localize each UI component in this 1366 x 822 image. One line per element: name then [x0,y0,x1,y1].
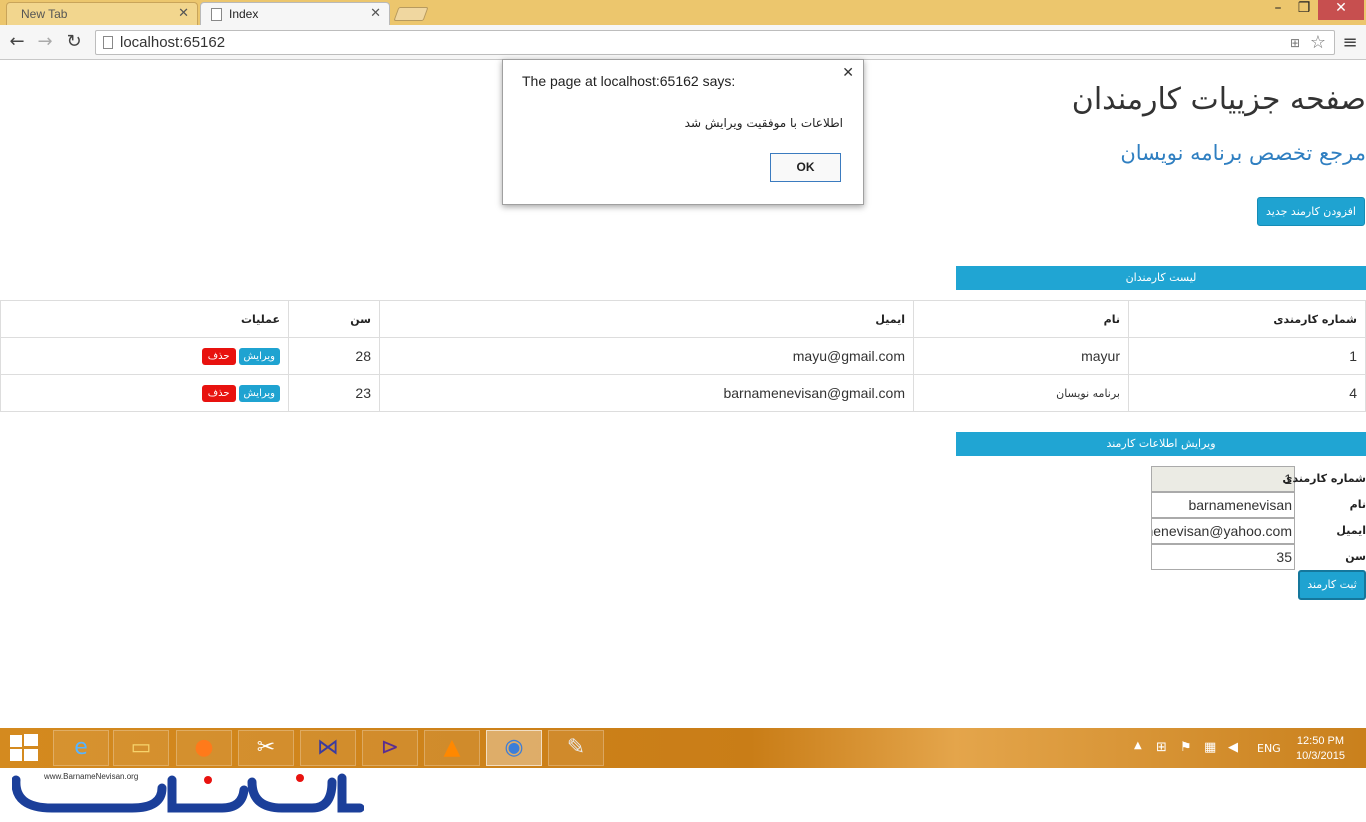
header-operations: عملیات [0,300,289,338]
browser-toolbar: ← → ↻ localhost:65162 ⊞ ☆ ≡ [0,25,1366,60]
dialog-title: The page at localhost:65162 says: [522,73,736,89]
submit-employee-button[interactable]: ثبت کارمند [1298,570,1366,600]
employee-table: شماره کارمندی نام ایمیل سن عملیات 1 mayu… [0,300,1366,412]
vlc-icon[interactable]: ▲ [424,730,480,766]
visual-studio-blend-icon[interactable]: ⋈ [300,730,356,766]
table-row: 1 mayur mayu@gmail.com 28 ویرایش حذف [0,337,1366,375]
file-explorer-icon[interactable]: ▭ [113,730,169,766]
visual-studio-icon[interactable]: ⊳ [362,730,418,766]
form-row-name: barnamenevisan نام [1151,492,1366,518]
windows-start-icon[interactable] [6,732,42,764]
form-row-age: 35 سن [1151,544,1366,570]
restore-icon[interactable]: ❐ [1292,0,1316,20]
forward-arrow-icon[interactable]: → [34,31,56,53]
network-icon[interactable]: ▦ [1204,740,1216,755]
cell-email: barnamenevisan@gmail.com [379,374,914,412]
tab-close-icon[interactable]: ✕ [178,6,189,21]
cell-name: mayur [913,337,1129,375]
new-tab-button[interactable] [393,7,429,21]
header-name: نام [913,300,1129,338]
address-bar[interactable]: localhost:65162 ⊞ ☆ [95,30,1335,55]
tab-new-tab[interactable]: New Tab ✕ [6,2,198,25]
clock[interactable]: 12:50 PM 10/3/2015 [1296,734,1345,764]
tray-expand-icon[interactable]: ▲ [1134,740,1142,751]
windows-taskbar: e ▭ ● ✂ ⋈ ⊳ ▲ ◉ ✎ ▲ ⊞ ⚑ ▦ ◀ ENG 12:50 PM… [0,728,1366,768]
page-title: صفحه جزییات کارمندان [1071,82,1366,117]
internet-explorer-icon[interactable]: e [53,730,109,766]
cell-name: برنامه نویسان [913,374,1129,412]
browser-tab-strip: New Tab ✕ Index ✕ – ❐ ✕ [0,0,1366,25]
star-icon[interactable]: ☆ [1310,32,1326,53]
header-id: شماره کارمندی [1128,300,1366,338]
language-indicator[interactable]: ENG [1257,742,1281,755]
window-close-icon[interactable]: ✕ [1318,0,1364,20]
cell-id: 1 [1128,337,1366,375]
employee-id-field[interactable]: 1 [1151,466,1295,492]
page-subtitle[interactable]: مرجع تخصص برنامه نویسان [1120,141,1366,165]
flag-icon[interactable]: ⚑ [1180,740,1192,755]
tab-index[interactable]: Index ✕ [200,2,390,25]
hamburger-menu-icon[interactable]: ≡ [1340,32,1360,53]
form-row-email: barnamenevisan@yahoo.com ایمیل [1151,518,1366,544]
logo-url-text: www.BarnameNevisan.org [44,772,139,781]
dialog-message: اطلاعات با موفقیت ویرایش شد [684,116,843,130]
table-row: 4 برنامه نویسان barnamenevisan@gmail.com… [0,374,1366,412]
tab-close-icon[interactable]: ✕ [370,6,381,21]
reload-icon[interactable]: ↻ [63,31,85,53]
email-field[interactable]: barnamenevisan@yahoo.com [1151,518,1295,544]
close-icon[interactable]: ✕ [842,65,854,81]
employee-list-header: لیست کارمندان [956,266,1366,290]
age-field[interactable]: 35 [1151,544,1295,570]
form-row-id: 1 شماره کارمندی [1151,466,1366,492]
alert-dialog: The page at localhost:65162 says: ✕ اطلا… [502,59,864,205]
clock-date: 10/3/2015 [1296,750,1345,762]
paint-icon[interactable]: ✎ [548,730,604,766]
back-arrow-icon[interactable]: ← [6,31,28,53]
cell-age: 23 [288,374,380,412]
translate-icon[interactable]: ⊞ [1290,36,1300,50]
minimize-icon[interactable]: – [1266,0,1290,20]
add-employee-button[interactable]: افزودن کارمند جدید [1257,197,1365,226]
name-label: نام [1349,498,1366,511]
chrome-icon[interactable]: ◉ [486,730,542,766]
email-label: ایمیل [1336,524,1366,537]
delete-button[interactable]: حذف [201,347,236,365]
cell-email: mayu@gmail.com [379,337,914,375]
table-header-row: شماره کارمندی نام ایمیل سن عملیات [0,300,1366,338]
tab-title: Index [229,7,259,21]
email-field-value: barnamenevisan@yahoo.com [1152,523,1292,539]
cell-operations: ویرایش حذف [0,374,289,412]
address-url[interactable]: localhost:65162 [120,34,225,51]
employee-id-label: شماره کارمندی [1282,472,1366,485]
ok-button[interactable]: OK [770,153,841,182]
page-icon [211,8,222,21]
tab-title: New Tab [21,7,68,21]
header-email: ایمیل [379,300,914,338]
volume-icon[interactable]: ◀ [1228,740,1238,755]
firefox-icon[interactable]: ● [176,730,232,766]
cell-id: 4 [1128,374,1366,412]
edit-employee-header: ویرایش اطلاعات کارمند [956,432,1366,456]
clock-time: 12:50 PM [1296,735,1345,747]
page-icon [103,36,113,49]
header-age: سن [288,300,380,338]
cell-operations: ویرایش حذف [0,337,289,375]
age-label: سن [1345,550,1366,563]
cell-age: 28 [288,337,380,375]
barnamenevisan-logo: www.BarnameNevisan.org [11,768,365,818]
edit-button[interactable]: ویرایش [238,384,280,402]
name-field[interactable]: barnamenevisan [1151,492,1295,518]
edit-button[interactable]: ویرایش [238,347,280,365]
tools-icon[interactable]: ✂ [238,730,294,766]
windows-tray-icon[interactable]: ⊞ [1156,740,1167,755]
delete-button[interactable]: حذف [201,384,236,402]
